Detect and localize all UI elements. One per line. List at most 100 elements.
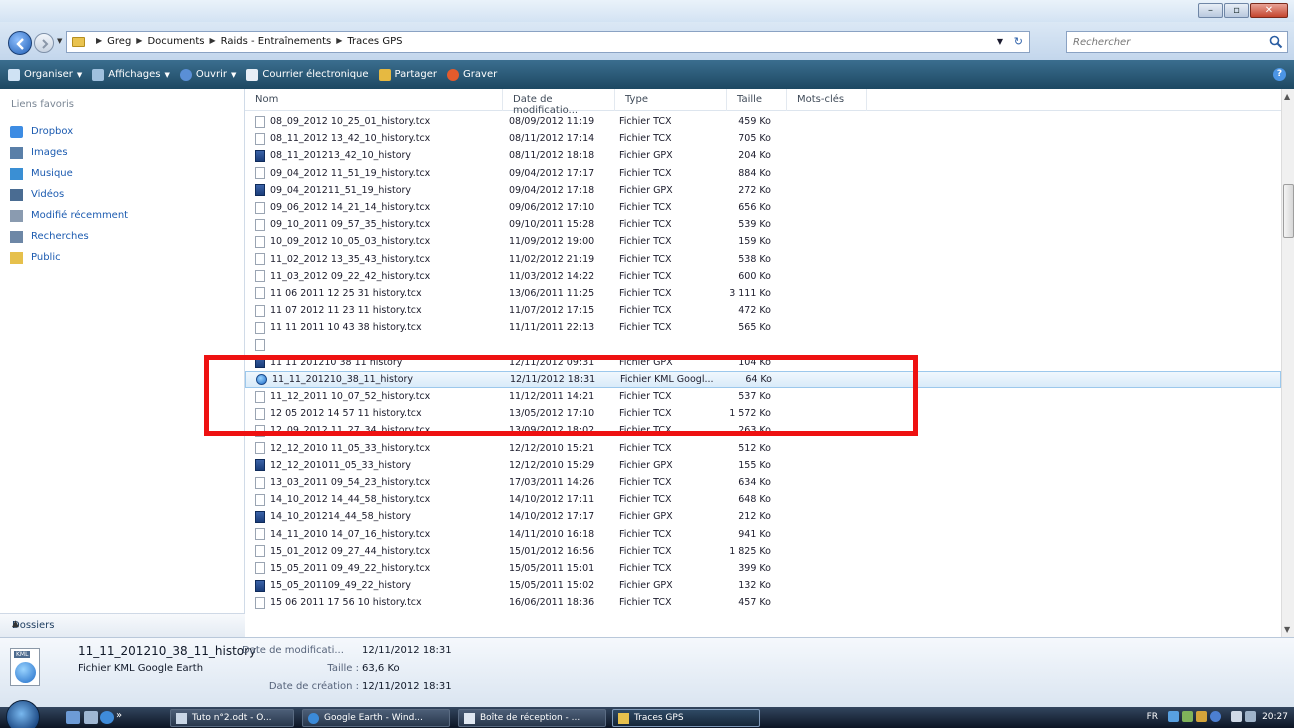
nav-item-videos[interactable]: Vidéos [10,184,128,205]
table-row[interactable]: 09_04_201211_51_19_history 09/04/2012 17:… [245,182,1281,199]
nav-item-public[interactable]: Public [10,247,128,268]
table-row[interactable]: 12_12_201011_05_33_history 12/12/2010 15:… [245,457,1281,474]
network-icon[interactable] [1231,711,1243,722]
breadcrumb-chevron-icon[interactable]: ▶ [209,36,215,47]
tray-icon[interactable] [1210,711,1222,722]
table-row[interactable]: 08_11_2012 13_42_10_history.tcx 08/11/201… [245,130,1281,147]
table-row[interactable]: 08_09_2012 10_25_01_history.tcx 08/09/201… [245,113,1281,130]
burn-disc-icon [447,68,460,81]
cell-size: 600 Ko [738,270,771,282]
column-header-keywords[interactable]: Mots-clés [787,89,867,111]
cell-size: 512 Ko [738,442,771,454]
start-button[interactable] [6,700,40,728]
switch-windows-icon[interactable] [84,711,98,724]
column-header-type[interactable]: Type [615,89,727,111]
table-row[interactable]: 14_10_2012 14_44_58_history.tcx 14/10/201… [245,491,1281,508]
tray-icon[interactable] [1196,711,1208,722]
table-row[interactable]: 11 06 2011 12 25 31 history.tcx 13/06/201… [245,285,1281,302]
cell-date: 09/06/2012 17:10 [509,202,595,214]
nav-item-searches[interactable]: Recherches [10,226,128,247]
search-box[interactable] [1066,31,1288,53]
table-row[interactable]: 15 06 2011 17 56 10 history.tcx 16/06/201… [245,594,1281,611]
cell-date: 11/03/2012 14:22 [509,270,595,282]
column-header-size[interactable]: Taille [727,89,787,111]
breadcrumb-item[interactable]: Traces GPS [347,36,402,47]
clock[interactable]: 20:27 [1262,712,1288,722]
table-row[interactable]: 09_04_2012 11_51_19_history.tcx 09/04/201… [245,165,1281,182]
breadcrumb-root-chevron-icon[interactable]: ▶ [96,36,102,47]
taskbar-button-active[interactable]: Traces GPS [612,709,760,727]
cell-name: 12_12_201011_05_33_history [245,459,503,472]
share-button[interactable]: Partager [378,68,437,81]
taskbar-button[interactable]: Google Earth - Wind... [302,709,450,727]
taskbar-button[interactable]: Tuto n°2.odt - O... [170,709,294,727]
table-row[interactable]: 11_02_2012 13_35_43_history.tcx 11/02/201… [245,251,1281,268]
organize-button[interactable]: Organiser ▼ [8,68,82,81]
cell-type: Fichier GPX [619,459,673,471]
table-row[interactable]: 10_09_2012 10_05_03_history.tcx 11/09/201… [245,233,1281,250]
help-icon[interactable]: ? [1273,68,1286,81]
search-input[interactable] [1073,33,1253,51]
vertical-scrollbar[interactable]: ▲ ▼ [1281,89,1294,637]
table-row[interactable]: 09_10_2011 09_57_35_history.tcx 09/10/201… [245,216,1281,233]
show-desktop-icon[interactable] [66,711,80,724]
recent-pages-dropdown[interactable]: ▼ [57,37,62,45]
breadcrumb-item[interactable]: Raids - Entraînements [221,36,332,47]
tray-icon[interactable] [1168,711,1180,722]
nav-item-recent[interactable]: Modifié récemment [10,205,128,226]
table-row[interactable]: 15_05_201109_49_22_history 15/05/2011 15:… [245,577,1281,594]
burn-button[interactable]: Graver [447,68,497,81]
back-button[interactable] [8,31,32,55]
table-row[interactable]: 11 07 2012 11 23 11 history.tcx 11/07/201… [245,302,1281,319]
cell-date: 11/07/2012 17:15 [509,305,595,317]
column-header-name[interactable]: Nom [245,89,503,111]
table-row[interactable]: 11_03_2012 09_22_42_history.tcx 11/03/201… [245,268,1281,285]
scroll-down-icon[interactable]: ▼ [1284,625,1290,634]
nav-item-music[interactable]: Musique [10,163,128,184]
language-indicator[interactable]: FR [1147,712,1158,722]
scroll-up-icon[interactable]: ▲ [1284,92,1290,101]
table-row[interactable]: 15_01_2012 09_27_44_history.tcx 15/01/201… [245,543,1281,560]
close-icon: ✕ [1264,5,1274,16]
tray-icon[interactable] [1182,711,1194,722]
nav-item-label: Musique [31,168,73,179]
arrow-left-icon [16,38,24,50]
column-header-date[interactable]: Date de modificatio... [503,89,615,116]
scrollbar-thumb[interactable] [1283,184,1294,238]
minimize-button[interactable]: – [1198,3,1223,18]
address-dropdown-icon[interactable]: ▼ [997,37,1003,46]
search-icon[interactable] [1269,35,1283,49]
refresh-icon[interactable]: ↻ [1014,35,1023,48]
close-button[interactable]: ✕ [1250,3,1288,18]
breadcrumb-item[interactable]: Greg [107,36,131,47]
table-row[interactable]: 11 11 2011 10 43 38 history.tcx 11/11/201… [245,319,1281,336]
folders-toggle[interactable]: Dossiers ▲ [0,613,245,637]
table-row[interactable]: 14_11_2010 14_07_16_history.tcx 14/11/201… [245,526,1281,543]
maximize-button[interactable]: ▫ [1224,3,1249,18]
table-row[interactable]: 14_10_201214_44_58_history 14/10/2012 17:… [245,508,1281,525]
email-button[interactable]: Courrier électronique [246,68,369,81]
forward-button[interactable] [34,33,54,53]
table-row[interactable]: 09_06_2012 14_21_14_history.tcx 09/06/201… [245,199,1281,216]
table-row[interactable] [245,336,1281,353]
cell-date: 15/05/2011 15:02 [509,580,595,592]
breadcrumb-chevron-icon[interactable]: ▶ [136,36,142,47]
volume-icon[interactable] [1245,711,1257,722]
quicklaunch-chevron-icon[interactable]: » [116,710,122,721]
nav-item-images[interactable]: Images [10,142,128,163]
breadcrumb-item[interactable]: Documents [147,36,204,47]
folder-icon [618,712,629,724]
views-button[interactable]: Affichages ▼ [92,68,170,81]
table-row[interactable]: 08_11_201213_42_10_history 08/11/2012 18:… [245,147,1281,164]
table-row[interactable]: 13_03_2011 09_54_23_history.tcx 17/03/201… [245,474,1281,491]
cell-size: 204 Ko [738,150,771,162]
nav-item-dropbox[interactable]: Dropbox [10,121,128,142]
table-row[interactable]: 12_12_2010 11_05_33_history.tcx 12/12/201… [245,440,1281,457]
cell-name: 08_11_2012 13_42_10_history.tcx [245,132,503,145]
internet-explorer-icon[interactable] [100,711,114,724]
breadcrumb-chevron-icon[interactable]: ▶ [336,36,342,47]
address-bar[interactable]: ▶ Greg ▶ Documents ▶ Raids - Entraînemen… [66,31,1030,53]
open-button[interactable]: Ouvrir ▼ [179,68,236,81]
table-row[interactable]: 15_05_2011 09_49_22_history.tcx 15/05/201… [245,560,1281,577]
taskbar-button[interactable]: Boîte de réception - ... [458,709,606,727]
